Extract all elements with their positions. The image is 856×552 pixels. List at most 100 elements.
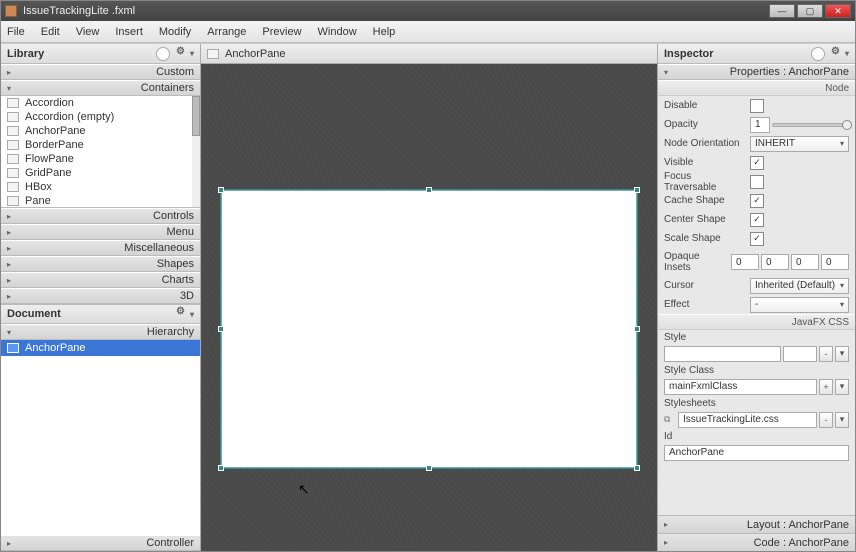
effect-combo[interactable]: -: [750, 297, 849, 313]
style-class-input[interactable]: mainFxmlClass: [664, 379, 817, 395]
label-effect: Effect: [664, 299, 746, 310]
label-focus-traversable: Focus Traversable: [664, 171, 746, 193]
menu-view[interactable]: View: [76, 26, 100, 38]
node-orientation-combo[interactable]: INHERIT: [750, 136, 849, 152]
resize-handle[interactable]: [426, 465, 432, 471]
minimize-button[interactable]: —: [769, 4, 795, 18]
style-value-input[interactable]: [783, 346, 817, 362]
menu-arrange[interactable]: Arrange: [207, 26, 246, 38]
scroll-thumb[interactable]: [192, 96, 200, 136]
label-id: Id: [664, 431, 746, 442]
gear-icon[interactable]: [831, 48, 843, 60]
resize-handle[interactable]: [218, 326, 224, 332]
remove-button[interactable]: -: [819, 412, 833, 428]
maximize-button[interactable]: ▢: [797, 4, 823, 18]
scrollbar[interactable]: [192, 96, 200, 207]
resize-handle[interactable]: [634, 326, 640, 332]
chevron-down-icon[interactable]: ▾: [190, 49, 194, 58]
link-icon: ⧉: [664, 414, 676, 425]
menu-button[interactable]: ▾: [835, 346, 849, 362]
section-properties[interactable]: ▾Properties : AnchorPane: [658, 64, 855, 80]
section-menu[interactable]: ▸Menu: [1, 224, 200, 240]
add-button[interactable]: +: [819, 379, 833, 395]
search-icon[interactable]: [811, 47, 825, 61]
slider-thumb[interactable]: [842, 120, 852, 130]
resize-handle[interactable]: [634, 187, 640, 193]
menu-window[interactable]: Window: [318, 26, 357, 38]
cache-shape-checkbox[interactable]: ✓: [750, 194, 764, 208]
section-layout[interactable]: ▸Layout : AnchorPane: [658, 515, 855, 533]
container-icon: [7, 196, 19, 206]
menu-help[interactable]: Help: [373, 26, 396, 38]
label-disable: Disable: [664, 100, 746, 111]
document-title: Document: [7, 308, 61, 320]
list-item: Pane: [1, 194, 200, 208]
container-icon: [7, 182, 19, 192]
chevron-down-icon[interactable]: ▾: [845, 49, 849, 58]
subhead-node: Node: [658, 80, 855, 96]
inset-top[interactable]: 0: [731, 254, 759, 270]
resize-handle[interactable]: [634, 465, 640, 471]
menubar: File Edit View Insert Modify Arrange Pre…: [1, 21, 855, 43]
container-icon: [7, 154, 19, 164]
menu-modify[interactable]: Modify: [159, 26, 191, 38]
menu-insert[interactable]: Insert: [115, 26, 143, 38]
opacity-slider[interactable]: [772, 123, 849, 127]
search-icon[interactable]: [156, 47, 170, 61]
style-key-input[interactable]: [664, 346, 781, 362]
scale-shape-checkbox[interactable]: ✓: [750, 232, 764, 246]
library-title: Library: [7, 48, 44, 60]
menu-button[interactable]: ▾: [835, 379, 849, 395]
menu-preview[interactable]: Preview: [262, 26, 301, 38]
anchorpane-icon: [7, 343, 19, 353]
label-cursor: Cursor: [664, 280, 746, 291]
remove-button[interactable]: -: [819, 346, 833, 362]
list-item: AnchorPane: [1, 124, 200, 138]
label-center-shape: Center Shape: [664, 214, 746, 225]
section-charts[interactable]: ▸Charts: [1, 272, 200, 288]
design-canvas[interactable]: [201, 64, 657, 551]
window-title: IssueTrackingLite .fxml: [23, 5, 769, 17]
close-button[interactable]: ✕: [825, 4, 851, 18]
hierarchy-empty-area[interactable]: [1, 356, 200, 535]
section-controls[interactable]: ▸Controls: [1, 208, 200, 224]
menu-edit[interactable]: Edit: [41, 26, 60, 38]
content-tab-label[interactable]: AnchorPane: [225, 48, 286, 60]
section-containers[interactable]: ▾Containers: [1, 80, 200, 96]
section-3d[interactable]: ▸3D: [1, 288, 200, 304]
inset-left[interactable]: 0: [821, 254, 849, 270]
label-opaque-insets: Opaque Insets: [664, 251, 727, 273]
app-icon: [5, 5, 17, 17]
app-window: IssueTrackingLite .fxml — ▢ ✕ File Edit …: [0, 0, 856, 552]
menu-file[interactable]: File: [7, 26, 25, 38]
gear-icon[interactable]: [176, 308, 188, 320]
section-misc[interactable]: ▸Miscellaneous: [1, 240, 200, 256]
id-input[interactable]: AnchorPane: [664, 445, 849, 461]
disable-checkbox[interactable]: [750, 99, 764, 113]
titlebar[interactable]: IssueTrackingLite .fxml — ▢ ✕: [1, 1, 855, 21]
center-shape-checkbox[interactable]: ✓: [750, 213, 764, 227]
resize-handle[interactable]: [426, 187, 432, 193]
label-stylesheets: Stylesheets: [664, 398, 746, 409]
resize-handle[interactable]: [218, 187, 224, 193]
anchorpane-artboard[interactable]: [221, 190, 637, 468]
inset-bottom[interactable]: 0: [791, 254, 819, 270]
gear-icon[interactable]: [176, 48, 188, 60]
menu-button[interactable]: ▾: [835, 412, 849, 428]
opacity-value[interactable]: 1: [750, 117, 770, 133]
section-shapes[interactable]: ▸Shapes: [1, 256, 200, 272]
focus-traversable-checkbox[interactable]: [750, 175, 764, 189]
section-code[interactable]: ▸Code : AnchorPane: [658, 533, 855, 551]
resize-handle[interactable]: [218, 465, 224, 471]
visible-checkbox[interactable]: ✓: [750, 156, 764, 170]
section-custom[interactable]: ▸Custom: [1, 64, 200, 80]
section-controller[interactable]: ▸Controller: [1, 535, 200, 551]
cursor-combo[interactable]: Inherited (Default): [750, 278, 849, 294]
container-icon: [7, 126, 19, 136]
containers-list[interactable]: Accordion Accordion (empty) AnchorPane B…: [1, 96, 200, 208]
inset-right[interactable]: 0: [761, 254, 789, 270]
chevron-down-icon[interactable]: ▾: [190, 310, 194, 319]
section-hierarchy[interactable]: ▾Hierarchy: [1, 324, 200, 340]
hierarchy-selected-item[interactable]: AnchorPane: [1, 340, 200, 356]
stylesheet-input[interactable]: IssueTrackingLite.css: [678, 412, 817, 428]
